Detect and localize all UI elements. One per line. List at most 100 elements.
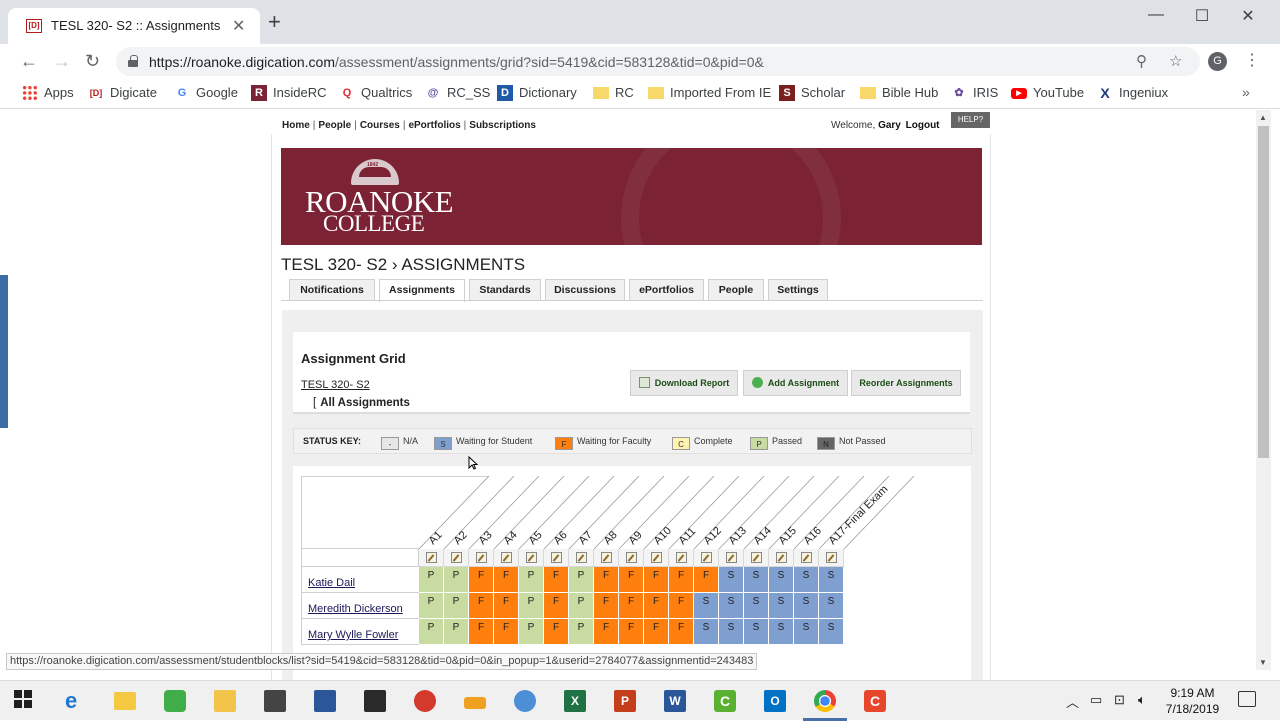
- logout-link[interactable]: Logout: [906, 120, 940, 131]
- status-cell[interactable]: F: [619, 567, 644, 593]
- scroll-up-icon[interactable]: ▲: [1259, 113, 1267, 122]
- status-cell[interactable]: F: [644, 619, 669, 645]
- status-cell[interactable]: S: [819, 619, 844, 645]
- assignment-edit-cell[interactable]: [494, 549, 519, 567]
- url-text[interactable]: https://roanoke.digication.com/assessmen…: [149, 54, 764, 70]
- assignment-edit-cell[interactable]: [719, 549, 744, 567]
- assignment-edit-cell[interactable]: [819, 549, 844, 567]
- toolbox-icon[interactable]: [464, 697, 486, 709]
- status-cell[interactable]: P: [419, 619, 444, 645]
- tab-close-icon[interactable]: ✕: [232, 16, 245, 36]
- tab-settings[interactable]: Settings: [768, 279, 828, 301]
- status-cell[interactable]: S: [744, 619, 769, 645]
- browser-tab[interactable]: [D] TESL 320- S2 :: Assignments ✕: [8, 8, 260, 44]
- spreadsheet-app-icon[interactable]: [164, 690, 186, 712]
- assignment-edit-cell[interactable]: [444, 549, 469, 567]
- calculator-icon[interactable]: [264, 690, 286, 712]
- zoom-search-icon[interactable]: ⚲: [1136, 52, 1147, 70]
- edit-assignment-icon[interactable]: [426, 552, 437, 563]
- bookmark-rc-ss[interactable]: @ RC_SS: [425, 85, 491, 103]
- assignment-header-a4[interactable]: A4: [502, 529, 520, 547]
- assignment-edit-cell[interactable]: [594, 549, 619, 567]
- status-cell[interactable]: F: [494, 619, 519, 645]
- help-button[interactable]: HELP?: [951, 112, 990, 128]
- file-explorer-icon[interactable]: [114, 692, 136, 710]
- edit-assignment-icon[interactable]: [451, 552, 462, 563]
- status-cell[interactable]: P: [444, 619, 469, 645]
- assignment-header-a7[interactable]: A7: [577, 529, 595, 547]
- status-cell[interactable]: S: [819, 567, 844, 593]
- status-cell[interactable]: S: [769, 567, 794, 593]
- tab-eportfolios[interactable]: ePortfolios: [629, 279, 704, 301]
- outlook-icon[interactable]: O: [764, 690, 786, 712]
- status-cell[interactable]: F: [669, 593, 694, 619]
- new-tab-button[interactable]: +: [268, 11, 281, 33]
- assignment-edit-cell[interactable]: [669, 549, 694, 567]
- assignment-header-a14[interactable]: A14: [752, 525, 774, 547]
- status-cell[interactable]: P: [569, 619, 594, 645]
- chrome-menu-icon[interactable]: ⋮: [1244, 52, 1260, 70]
- assignment-header-a8[interactable]: A8: [602, 529, 620, 547]
- powerpoint-icon[interactable]: P: [614, 690, 636, 712]
- status-cell[interactable]: F: [544, 619, 569, 645]
- assignment-edit-cell[interactable]: [519, 549, 544, 567]
- status-cell[interactable]: F: [494, 567, 519, 593]
- status-cell[interactable]: S: [719, 567, 744, 593]
- bookmark-qualtrics[interactable]: Q Qualtrics: [339, 85, 413, 103]
- page-scrollbar[interactable]: ▲ ▼: [1256, 110, 1271, 670]
- assignment-edit-cell[interactable]: [544, 549, 569, 567]
- assignment-header-a9[interactable]: A9: [627, 529, 645, 547]
- network-icon[interactable]: ⊡: [1114, 692, 1125, 708]
- status-cell[interactable]: S: [794, 619, 819, 645]
- status-cell[interactable]: S: [719, 593, 744, 619]
- excel-icon[interactable]: X: [564, 690, 586, 712]
- bookmark-google[interactable]: G Google: [174, 85, 238, 103]
- address-bar[interactable]: https://roanoke.digication.com/assessmen…: [116, 47, 1200, 76]
- assignment-edit-cell[interactable]: [694, 549, 719, 567]
- back-icon[interactable]: ←: [20, 52, 38, 70]
- status-cell[interactable]: S: [794, 593, 819, 619]
- bookmark-digicate[interactable]: [D] Digicate: [88, 85, 157, 103]
- status-cell[interactable]: P: [569, 567, 594, 593]
- edit-assignment-icon[interactable]: [776, 552, 787, 563]
- tab-notifications[interactable]: Notifications: [289, 279, 375, 301]
- assignment-header-a15[interactable]: A15: [777, 525, 799, 547]
- edit-assignment-icon[interactable]: [701, 552, 712, 563]
- edit-assignment-icon[interactable]: [576, 552, 587, 563]
- store-icon[interactable]: [364, 690, 386, 712]
- camtasia-recorder-icon[interactable]: C: [864, 690, 886, 712]
- status-cell[interactable]: S: [769, 619, 794, 645]
- assignment-header-a2[interactable]: A2: [452, 529, 470, 547]
- student-name-link[interactable]: Mary Wylle Fowler: [301, 619, 419, 645]
- camtasia-green-icon[interactable]: C: [714, 690, 736, 712]
- tray-expand-icon[interactable]: ︿: [1066, 692, 1079, 711]
- nav-subscriptions[interactable]: Subscriptions: [469, 120, 536, 131]
- assignment-header-a11[interactable]: A11: [677, 525, 699, 547]
- assignment-edit-cell[interactable]: [794, 549, 819, 567]
- assignment-header-a3[interactable]: A3: [477, 529, 495, 547]
- edit-assignment-icon[interactable]: [801, 552, 812, 563]
- bookmark-imported-from-ie[interactable]: Imported From IE: [648, 85, 771, 103]
- status-cell[interactable]: P: [569, 593, 594, 619]
- status-cell[interactable]: F: [694, 567, 719, 593]
- globe-app-icon[interactable]: [514, 690, 536, 712]
- action-center-icon[interactable]: [1238, 691, 1256, 707]
- assignment-header-a13[interactable]: A13: [727, 525, 749, 547]
- close-window-icon[interactable]: ✕: [1233, 6, 1263, 26]
- edit-assignment-icon[interactable]: [826, 552, 837, 563]
- status-cell[interactable]: F: [469, 619, 494, 645]
- add-assignment-button[interactable]: Add Assignment: [743, 370, 848, 396]
- status-cell[interactable]: F: [544, 567, 569, 593]
- bookmark-iris[interactable]: ✿ IRIS: [951, 85, 998, 103]
- bookmark-youtube[interactable]: ▶ YouTube: [1011, 85, 1084, 103]
- status-cell[interactable]: P: [444, 593, 469, 619]
- edit-assignment-icon[interactable]: [676, 552, 687, 563]
- chrome-icon[interactable]: [814, 690, 836, 712]
- assignment-edit-cell[interactable]: [469, 549, 494, 567]
- profile-avatar[interactable]: G: [1208, 52, 1227, 71]
- student-name-link[interactable]: Meredith Dickerson: [301, 593, 419, 619]
- edge-icon[interactable]: e: [65, 690, 87, 712]
- status-cell[interactable]: F: [469, 593, 494, 619]
- volume-icon[interactable]: 🔈︎: [1138, 692, 1146, 708]
- assignment-edit-cell[interactable]: [569, 549, 594, 567]
